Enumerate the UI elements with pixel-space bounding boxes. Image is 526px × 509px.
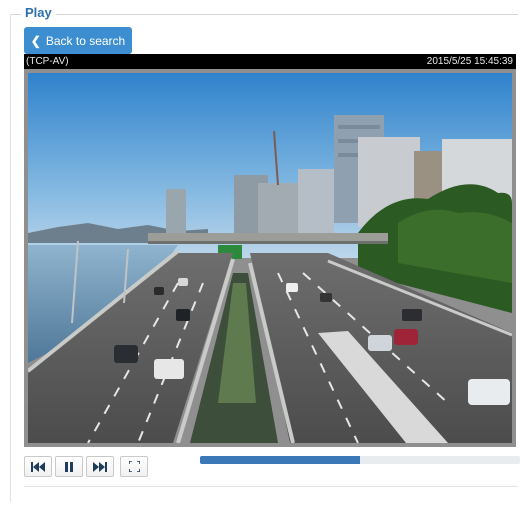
playback-progress-fill xyxy=(200,456,360,464)
video-overlay-bar: (TCP-AV) 2015/5/25 15:45:39 xyxy=(24,54,516,69)
previous-button[interactable] xyxy=(24,456,52,477)
skip-back-icon xyxy=(31,461,45,472)
skip-forward-icon xyxy=(93,461,107,472)
playback-progress-bar[interactable] xyxy=(200,456,520,464)
next-button[interactable] xyxy=(86,456,114,477)
divider xyxy=(24,486,518,487)
camera-name: (TCP-AV) xyxy=(26,56,69,67)
pause-icon xyxy=(65,461,73,472)
back-to-search-button[interactable]: ❮ Back to search xyxy=(24,27,132,54)
fullscreen-icon xyxy=(128,461,140,472)
video-timestamp: 2015/5/25 15:45:39 xyxy=(426,56,513,67)
panel-border-left xyxy=(10,14,11,502)
video-frame-image xyxy=(28,73,512,443)
pause-button[interactable] xyxy=(55,456,83,477)
back-to-search-label: Back to search xyxy=(45,33,126,48)
chevron-left-icon: ❮ xyxy=(30,33,41,48)
panel-title: Play xyxy=(21,5,56,20)
panel-border-top xyxy=(10,14,518,15)
fullscreen-button[interactable] xyxy=(120,456,148,477)
video-player[interactable] xyxy=(24,69,516,447)
